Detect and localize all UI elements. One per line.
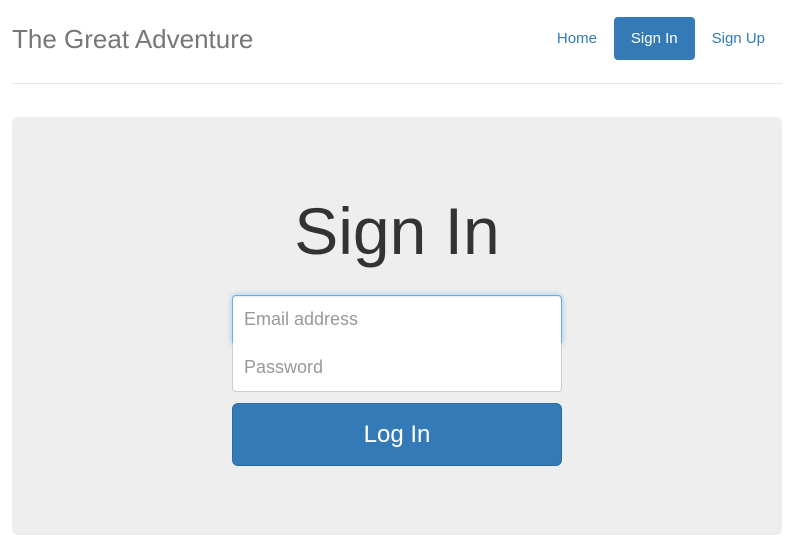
password-field[interactable] [232, 343, 562, 392]
nav-item-sign-in[interactable]: Sign In [613, 17, 695, 60]
page-title: Sign In [294, 194, 500, 268]
site-header: The Great Adventure Home Sign In Sign Up [12, 0, 782, 84]
nav-item-sign-up[interactable]: Sign Up [695, 17, 782, 60]
email-field[interactable] [232, 295, 562, 344]
top-nav: Home Sign In Sign Up [540, 17, 782, 60]
brand-title[interactable]: The Great Adventure [12, 23, 253, 55]
log-in-button[interactable]: Log In [232, 403, 562, 466]
nav-item-home[interactable]: Home [540, 17, 614, 60]
